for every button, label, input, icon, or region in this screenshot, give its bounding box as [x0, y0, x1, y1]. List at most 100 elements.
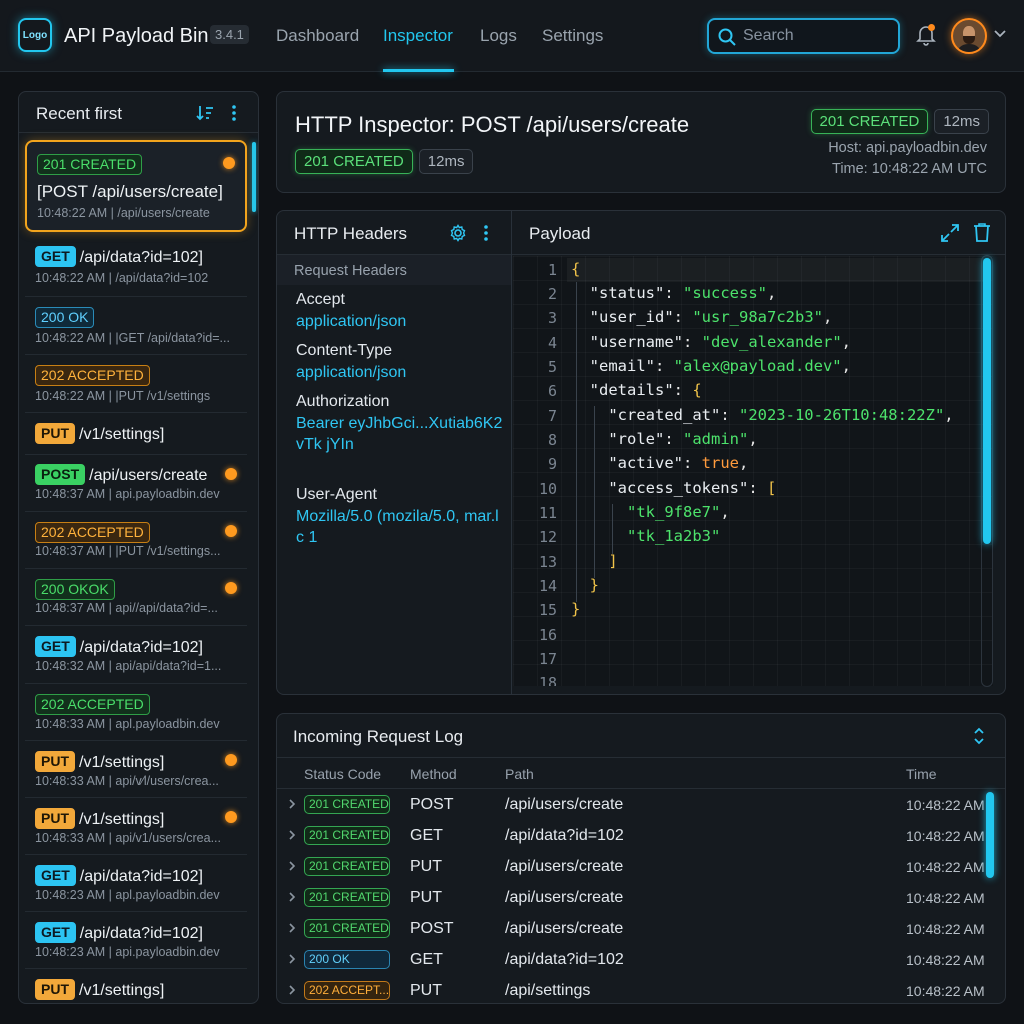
expand-icon[interactable]: [940, 223, 960, 243]
status-badge: 201 CREATED: [304, 888, 390, 907]
status-badge: 201 CREATED: [37, 154, 143, 175]
header-key: User-Agent: [296, 486, 377, 503]
row-time: 10:48:22 AM: [906, 859, 985, 875]
request-item[interactable]: GET/api/data?id=102] 10:48:32 AM | api/a…: [25, 626, 247, 684]
table-row[interactable]: 201 CREATED GET /api/data?id=102 10:48:2…: [277, 821, 987, 852]
nav-inspector[interactable]: Inspector: [383, 26, 453, 46]
column-header-method[interactable]: Method: [410, 766, 457, 782]
line-number: 4: [547, 334, 557, 352]
table-row[interactable]: 201 CREATED POST /api/users/create 10:48…: [277, 790, 987, 821]
search-input[interactable]: [743, 26, 893, 46]
nav-logs[interactable]: Logs: [480, 26, 517, 46]
request-item[interactable]: PUT/v1/settings] 10:48:33 AM | api/v⁄l/u…: [25, 741, 247, 798]
table-row[interactable]: 200 OK GET /api/data?id=102 10:48:22 AM: [277, 945, 987, 976]
code-line: "status": "success",: [589, 284, 777, 302]
row-time: 10:48:22 AM: [906, 890, 985, 906]
request-item[interactable]: 202 ACCEPTED 10:48:37 AM | |PUT /v1/sett…: [25, 512, 247, 569]
chevron-right-icon[interactable]: [288, 798, 296, 810]
table-row[interactable]: 202 ACCEPT... PUT /api/settings 10:48:22…: [277, 976, 987, 1003]
request-path: /v1/settings]: [79, 754, 165, 771]
request-item-selected[interactable]: 201 CREATED [POST /api/users/create] 10:…: [25, 140, 247, 232]
row-time: 10:48:22 AM: [906, 828, 985, 844]
request-item[interactable]: GET/api/data?id=102] 10:48:23 AM | api.p…: [25, 912, 247, 969]
request-item[interactable]: 200 OK 10:48:22 AM | |GET /api/data?id=.…: [25, 297, 247, 355]
log-scrollbar[interactable]: [986, 792, 994, 878]
row-path: /api/users/create: [505, 920, 624, 937]
chevron-right-icon[interactable]: [288, 860, 296, 872]
line-number: 7: [547, 407, 557, 425]
code-line: "created_at": "2023-10-26T10:48:22Z",: [608, 406, 954, 424]
nav-dashboard[interactable]: Dashboard: [276, 26, 359, 46]
chevron-right-icon[interactable]: [288, 922, 296, 934]
unread-dot: [225, 468, 237, 480]
headers-title: HTTP Headers: [294, 224, 408, 243]
payload-code-editor[interactable]: 1 2 3 4 5 6 7 8 9 10 11 12 13 14 15 16 1…: [513, 256, 993, 686]
unread-dot: [223, 157, 235, 169]
header-value[interactable]: Bearer eyJhbGci...Xutiab6K2vTk jYIn: [296, 413, 506, 455]
request-meta: 10:48:37 AM | api//api/data?id=...: [35, 601, 218, 615]
table-row[interactable]: 201 CREATED PUT /api/users/create 10:48:…: [277, 883, 987, 914]
nav-settings[interactable]: Settings: [542, 26, 603, 46]
app-logo[interactable]: Logo: [18, 18, 52, 52]
unread-dot: [225, 525, 237, 537]
active-line-highlight: [567, 258, 987, 282]
table-row[interactable]: 201 CREATED PUT /api/users/create 10:48:…: [277, 852, 987, 883]
header-value[interactable]: Mozilla/5.0 (mozila/5.0, mar.lc 1: [296, 506, 506, 548]
column-header-path[interactable]: Path: [505, 766, 534, 782]
search-box[interactable]: [707, 18, 900, 54]
request-item[interactable]: GET/api/data?id=102] 10:48:23 AM | apl.p…: [25, 855, 247, 912]
header-value[interactable]: application/json: [296, 362, 506, 383]
top-bar: Logo API Payload Bin 3.4.1 Dashboard Ins…: [0, 0, 1024, 72]
line-number: 14: [538, 577, 557, 595]
method-badge: PUT: [35, 808, 75, 829]
row-time: 10:48:22 AM: [906, 797, 985, 813]
request-item[interactable]: PUT/v1/settings] 10:48:33 AM | api/v1/us…: [25, 798, 247, 855]
more-vertical-icon[interactable]: [231, 104, 237, 122]
collapse-toggle-icon[interactable]: [973, 725, 985, 747]
request-item[interactable]: PUT/v1/settings]: [25, 969, 247, 1003]
line-number: 10: [538, 480, 557, 498]
chevron-down-icon[interactable]: [994, 30, 1006, 38]
method-badge: PUT: [35, 423, 75, 444]
request-item[interactable]: 200 OKOK 10:48:37 AM | api//api/data?id=…: [25, 569, 247, 626]
app-title: API Payload Bin: [64, 25, 209, 47]
log-title: Incoming Request Log: [293, 727, 464, 746]
request-item[interactable]: PUT/v1/settings]: [25, 413, 247, 455]
request-item[interactable]: GET/api/data?id=102] 10:48:22 AM | /api/…: [25, 240, 247, 297]
request-meta: 10:48:33 AM | apl.payloadbin.dev: [35, 717, 220, 731]
row-path: /api/users/create: [505, 858, 624, 875]
status-badge: 202 ACCEPTED: [35, 694, 150, 715]
column-header-status[interactable]: Status Code: [304, 766, 381, 782]
chevron-right-icon[interactable]: [288, 829, 296, 841]
request-meta: 10:48:32 AM | api/api/data?id=1...: [35, 659, 222, 673]
chevron-right-icon[interactable]: [288, 984, 296, 996]
row-time: 10:48:22 AM: [906, 983, 985, 999]
more-vertical-icon[interactable]: [483, 224, 489, 242]
request-path: [POST /api/users/create]: [37, 182, 223, 201]
request-item[interactable]: 202 ACCEPTED 10:48:33 AM | apl.payloadbi…: [25, 684, 247, 741]
inspector-title: HTTP Inspector: POST /api/users/create: [295, 112, 690, 137]
request-item[interactable]: 202 ACCEPTED 10:48:22 AM | |PUT /v1/sett…: [25, 355, 247, 413]
payload-scrollbar[interactable]: [983, 258, 991, 544]
chevron-right-icon[interactable]: [288, 953, 296, 965]
status-badge: 201 CREATED: [295, 149, 413, 174]
header-value[interactable]: application/json: [296, 311, 506, 332]
panel-divider: [511, 211, 512, 694]
request-path: /api/data?id=102]: [79, 868, 203, 885]
request-host: Host: api.payloadbin.dev: [828, 140, 987, 156]
status-badge: 200 OK: [35, 307, 95, 328]
user-avatar[interactable]: [951, 18, 987, 54]
request-item[interactable]: POST/api/users/create 10:48:37 AM | api.…: [25, 455, 247, 512]
status-badge: 200 OKOK: [35, 579, 115, 600]
status-badge: 200 OK: [304, 950, 390, 969]
chevron-right-icon[interactable]: [288, 891, 296, 903]
sort-icon[interactable]: [195, 104, 215, 122]
table-row[interactable]: 201 CREATED POST /api/users/create 10:48…: [277, 914, 987, 945]
line-number: 17: [538, 650, 557, 668]
gear-icon[interactable]: [449, 224, 467, 242]
trash-icon[interactable]: [973, 222, 991, 242]
column-header-time[interactable]: Time: [906, 766, 937, 782]
request-path: /api/data?id=102]: [79, 639, 203, 656]
header-key: Content-Type: [296, 342, 393, 359]
sidebar-scrollbar[interactable]: [252, 142, 256, 212]
